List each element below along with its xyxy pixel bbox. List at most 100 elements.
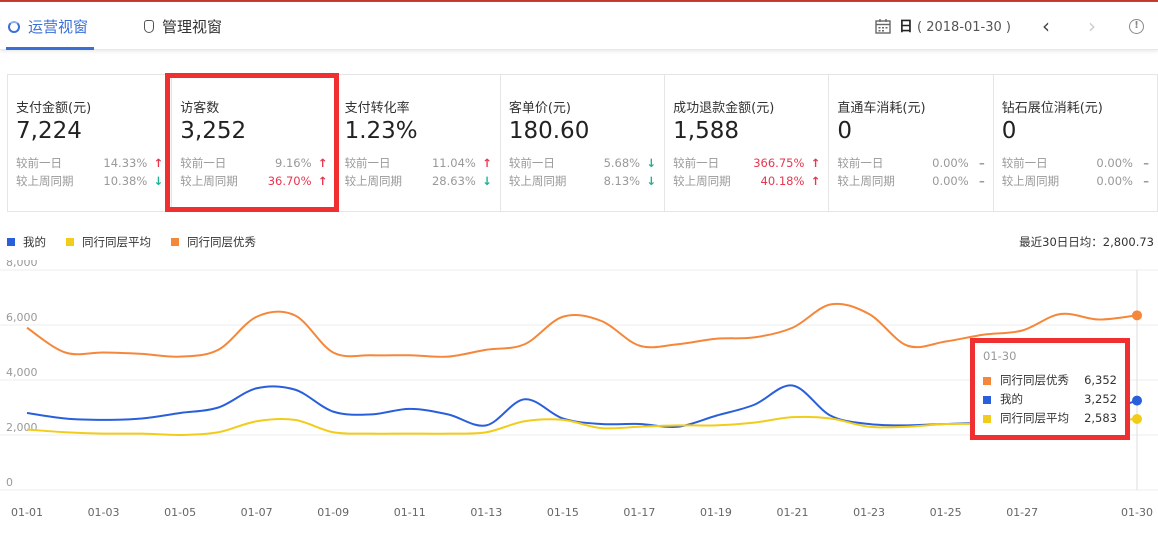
info-icon[interactable]: ! [1129, 18, 1144, 34]
arrow-up-icon: ↑ [810, 156, 821, 170]
date-picker[interactable]: 日 ( 2018-01-30 ) [899, 16, 1011, 36]
metric-title: 客单价(元) [508, 101, 571, 116]
tab-management[interactable]: 管理视窗 [144, 16, 222, 37]
compare-value: 10.38% [103, 174, 148, 188]
bag-icon [144, 20, 154, 33]
compare-label: 较前一日 [673, 156, 720, 170]
arrow-up-icon: ↑ [153, 156, 164, 170]
compare-label: 较前一日 [16, 156, 62, 170]
refresh-circle-icon [8, 20, 20, 33]
compare-label: 较前一日 [508, 156, 555, 170]
legend-item-best[interactable]: 同行同层优秀 [171, 234, 256, 250]
next-date-button[interactable]: › [1081, 14, 1103, 38]
chart-legend: 我的 同行同层平均 同行同层优秀 [7, 234, 256, 250]
30day-average: 最近30日日均：2,800.73 [1019, 235, 1154, 249]
tooltip-date: 01-30 [983, 349, 1017, 363]
y-tick-label: 4,000 [6, 366, 38, 379]
x-tick-label: 01-05 [164, 506, 196, 519]
arrow-down-icon: ↓ [153, 174, 164, 188]
x-tick-label: 01-19 [700, 506, 732, 519]
compare-value: 0.00% [1096, 174, 1133, 188]
x-tick-label: 01-07 [241, 506, 273, 519]
compare-label: 较前一日 [1001, 156, 1048, 170]
compare-label: 较前一日 [344, 156, 391, 170]
compare-value: 5.68% [603, 156, 641, 170]
y-tick-label: 2,000 [6, 421, 38, 434]
metric-card[interactable]: 客单价(元) 180.60 较前一日 5.68% ↓ 较上周同期 8.13% ↓ [501, 75, 666, 211]
arrow-flat-icon: – [1143, 156, 1149, 170]
compare-label: 较上周同期 [1001, 174, 1060, 188]
tooltip-row: 同行同层平均 2,583 [983, 409, 1117, 428]
x-tick-label: 01-25 [930, 506, 962, 519]
tooltip-row: 同行同层优秀 6,352 [983, 371, 1117, 390]
active-tab-indicator [6, 47, 94, 50]
arrow-flat-icon: – [978, 174, 985, 188]
compare-value: 0.00% [932, 156, 969, 170]
calendar-icon[interactable] [875, 18, 891, 34]
compare-value: 0.00% [1096, 156, 1133, 170]
metric-value: 180.60 [508, 118, 590, 144]
compare-label: 较上周同期 [344, 174, 403, 188]
highlight-box [165, 73, 339, 212]
x-tick-label: 01-17 [623, 506, 655, 519]
series-point-2 [1132, 310, 1142, 321]
metric-card[interactable]: 成功退款金额(元) 1,588 较前一日 366.75% ↑ 较上周同期 40.18%… [665, 75, 830, 211]
metric-value: 7,224 [16, 118, 82, 144]
tooltip-row: 我的 3,252 [983, 390, 1117, 409]
arrow-up-icon: ↑ [482, 156, 492, 170]
series-point-0 [1132, 395, 1142, 406]
metric-title: 直通车消耗(元) [837, 101, 926, 116]
x-tick-label: 01-13 [470, 506, 502, 519]
compare-value: 0.00% [932, 174, 969, 188]
compare-label: 较前一日 [837, 156, 884, 170]
metric-value: 0 [837, 118, 853, 144]
legend-item-mine[interactable]: 我的 [7, 234, 46, 250]
metric-card[interactable]: 直通车消耗(元) 0 较前一日 0.00% – 较上周同期 0.00% – [829, 75, 994, 211]
arrow-flat-icon: – [978, 156, 985, 170]
arrow-down-icon: ↓ [646, 156, 657, 170]
chart-tooltip: 01-30 同行同层优秀 6,352 我的 3,252 同行同层平均 2,583 [970, 338, 1130, 440]
x-tick-label: 01-15 [547, 506, 579, 519]
arrow-down-icon: ↓ [482, 174, 492, 188]
metric-card[interactable]: 钻石展位消耗(元) 0 较前一日 0.00% – 较上周同期 0.00% – [994, 75, 1157, 211]
y-tick-label: 8,000 [6, 260, 38, 269]
y-tick-label: 0 [6, 476, 13, 489]
metric-title: 成功退款金额(元) [673, 101, 775, 116]
metric-card[interactable]: 支付转化率 1.23% 较前一日 11.04% ↑ 较上周同期 28.63% ↓ [337, 75, 501, 211]
series-point-1 [1132, 413, 1142, 424]
compare-value: 14.33% [103, 156, 148, 170]
metric-title: 支付转化率 [344, 101, 410, 116]
x-tick-label: 01-27 [1006, 506, 1038, 519]
x-tick-label: 01-01 [11, 506, 43, 519]
metric-title: 钻石展位消耗(元) [1001, 101, 1103, 116]
arrow-flat-icon: – [1143, 174, 1149, 188]
tab-label: 管理视窗 [162, 18, 223, 36]
compare-label: 较上周同期 [16, 174, 74, 188]
compare-value: 40.18% [760, 174, 805, 188]
compare-label: 较上周同期 [673, 174, 731, 188]
metric-value: 1.23% [344, 118, 418, 144]
x-tick-label: 01-03 [88, 506, 120, 519]
compare-value: 8.13% [603, 174, 641, 188]
x-tick-label: 01-09 [317, 506, 349, 519]
metric-value: 1,588 [673, 118, 739, 144]
compare-value: 366.75% [753, 156, 805, 170]
x-tick-label: 01-21 [777, 506, 809, 519]
arrow-down-icon: ↓ [646, 174, 657, 188]
compare-label: 较上周同期 [508, 174, 567, 188]
x-tick-label: 01-23 [853, 506, 885, 519]
prev-date-button[interactable]: ‹ [1035, 14, 1057, 38]
tab-operations[interactable]: 运营视窗 [8, 16, 88, 37]
compare-value: 11.04% [431, 156, 476, 170]
compare-label: 较上周同期 [837, 174, 895, 188]
x-tick-label: 01-30 [1121, 506, 1153, 519]
compare-value: 28.63% [431, 174, 476, 188]
metric-card[interactable]: 支付金额(元) 7,224 较前一日 14.33% ↑ 较上周同期 10.38% ↓ [8, 75, 173, 211]
metric-title: 支付金额(元) [16, 101, 92, 116]
header: 运营视窗 管理视窗 日 ( 2018-01-30 ) ‹ › ! [0, 2, 1158, 50]
tab-label: 运营视窗 [28, 18, 89, 36]
arrow-up-icon: ↑ [810, 174, 821, 188]
legend-item-average[interactable]: 同行同层平均 [66, 234, 151, 250]
metric-value: 0 [1001, 118, 1017, 144]
y-tick-label: 6,000 [6, 311, 38, 324]
